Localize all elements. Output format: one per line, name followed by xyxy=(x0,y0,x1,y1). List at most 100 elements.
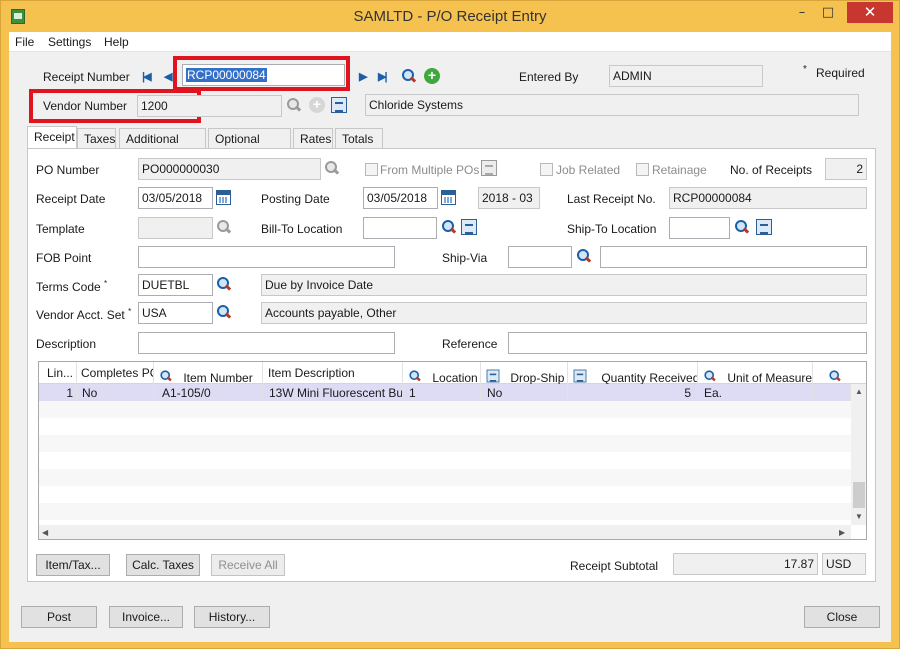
calc-taxes-button[interactable]: Calc. Taxes xyxy=(126,554,200,576)
receipt-date-field[interactable]: 03/05/2018 xyxy=(138,187,213,209)
post-button[interactable]: Post xyxy=(21,606,97,628)
template-field[interactable] xyxy=(138,217,213,239)
cell-unit-of-measure[interactable]: Ea. xyxy=(698,384,813,401)
fob-point-field[interactable] xyxy=(138,246,395,268)
invoice-button[interactable]: Invoice... xyxy=(109,606,183,628)
bill-to-location-field[interactable] xyxy=(363,217,437,239)
horizontal-scrollbar[interactable]: ◀ ▶ xyxy=(39,525,851,539)
bill-to-info-icon[interactable] xyxy=(461,219,477,235)
ship-to-finder-icon[interactable] xyxy=(734,219,750,235)
posting-date-calendar-icon[interactable] xyxy=(441,190,456,205)
item-number-finder-icon[interactable] xyxy=(160,370,173,383)
column-line-header[interactable]: Lin... xyxy=(39,362,77,384)
tab-optional-fields[interactable]: Optional Fields xyxy=(208,128,291,160)
item-tax-button[interactable]: Item/Tax... xyxy=(36,554,110,576)
from-multiple-pos-checkbox xyxy=(365,163,378,176)
terms-code-field[interactable]: DUETBL xyxy=(138,274,213,296)
scroll-left-icon[interactable]: ◀ xyxy=(42,528,48,537)
column-item-description-header[interactable]: Item Description xyxy=(263,362,403,384)
ship-via-finder-icon[interactable] xyxy=(576,248,592,264)
empty-row[interactable] xyxy=(39,486,851,503)
ship-to-info-icon[interactable] xyxy=(756,219,772,235)
cell-location[interactable]: 1 xyxy=(403,384,481,401)
table-row[interactable]: 1 No A1-105/0 13W Mini Fluorescent Bulb … xyxy=(39,384,851,401)
menu-settings[interactable]: Settings xyxy=(48,35,91,49)
ship-via-field[interactable] xyxy=(508,246,572,268)
receipt-finder-icon[interactable] xyxy=(401,68,417,84)
terms-code-label-text: Terms Code xyxy=(36,280,101,294)
cell-quantity-received[interactable]: 5 xyxy=(568,384,698,401)
ship-via-description-field[interactable] xyxy=(600,246,867,268)
cell-completes-po[interactable]: No xyxy=(77,384,154,401)
receipt-date-calendar-icon[interactable] xyxy=(216,190,231,205)
empty-row[interactable] xyxy=(39,469,851,486)
receive-all-button: Receive All xyxy=(211,554,285,576)
receipt-detail-grid[interactable]: Lin... Completes PO Item Number Item Des… xyxy=(38,361,867,540)
vertical-scroll-thumb[interactable] xyxy=(853,482,865,508)
history-button[interactable]: History... xyxy=(194,606,270,628)
column-item-number-header[interactable]: Item Number xyxy=(154,362,263,384)
cell-item-description[interactable]: 13W Mini Fluorescent Bulb xyxy=(263,384,403,401)
fob-point-label: FOB Point xyxy=(36,251,92,265)
po-number-field[interactable]: PO000000030 xyxy=(138,158,321,180)
tab-taxes[interactable]: Taxes xyxy=(77,128,116,148)
tab-additional-costs[interactable]: Additional Costs xyxy=(119,128,206,160)
cell-line[interactable]: 1 xyxy=(39,384,77,401)
scroll-up-icon[interactable]: ▲ xyxy=(855,387,863,396)
menu-help[interactable]: Help xyxy=(104,35,129,49)
terms-finder-icon[interactable] xyxy=(216,276,232,292)
location-finder-icon[interactable] xyxy=(409,370,422,383)
new-receipt-icon[interactable]: + xyxy=(424,68,440,84)
column-drop-ship-header[interactable]: Drop-Ship xyxy=(481,362,568,384)
next-record-icon[interactable]: ▶ xyxy=(359,70,368,83)
vendor-acct-finder-icon[interactable] xyxy=(216,304,232,320)
minimize-button[interactable]: – xyxy=(789,2,815,23)
menu-file[interactable]: File xyxy=(15,35,34,49)
previous-record-icon[interactable]: ◀ xyxy=(164,70,173,83)
empty-row[interactable] xyxy=(39,452,851,469)
scroll-right-icon[interactable]: ▶ xyxy=(839,528,845,537)
posting-date-field[interactable]: 03/05/2018 xyxy=(363,187,438,209)
vendor-acct-set-field[interactable]: USA xyxy=(138,302,213,324)
window-title: SAMLTD - P/O Receipt Entry xyxy=(353,8,547,25)
drop-ship-info-icon[interactable] xyxy=(486,369,500,383)
tab-totals[interactable]: Totals xyxy=(335,128,383,148)
empty-row[interactable] xyxy=(39,435,851,452)
column-quantity-received-header[interactable]: Quantity Received xyxy=(568,362,698,384)
cell-extra[interactable] xyxy=(813,384,851,401)
maximize-button[interactable]: □ xyxy=(815,2,841,23)
receipt-number-field[interactable]: RCP00000084 xyxy=(182,64,345,86)
column-location-header[interactable]: Location xyxy=(403,362,481,384)
bill-to-location-label: Bill-To Location xyxy=(261,222,343,236)
last-record-icon[interactable]: ▶| xyxy=(378,70,387,83)
first-record-icon[interactable]: |◀ xyxy=(142,70,151,83)
empty-row[interactable] xyxy=(39,503,851,520)
vendor-info-icon[interactable] xyxy=(331,97,347,113)
column-extra-header[interactable] xyxy=(813,362,866,384)
scroll-down-icon[interactable]: ▼ xyxy=(855,512,863,521)
column-completes-po-header[interactable]: Completes PO xyxy=(77,362,154,384)
vendor-finder-icon xyxy=(286,97,302,113)
vendor-number-field[interactable]: 1200 xyxy=(137,95,282,117)
reference-field[interactable] xyxy=(508,332,867,354)
empty-row[interactable] xyxy=(39,401,851,418)
description-field[interactable] xyxy=(138,332,395,354)
tab-rates[interactable]: Rates xyxy=(293,128,333,148)
vertical-scrollbar[interactable]: ▲ ▼ xyxy=(851,384,866,525)
no-of-receipts-field: 2 xyxy=(825,158,867,180)
close-window-button[interactable]: ✕ xyxy=(847,2,893,23)
column-unit-of-measure-header[interactable]: Unit of Measure xyxy=(698,362,813,384)
cell-drop-ship[interactable]: No xyxy=(481,384,568,401)
vendor-acct-set-label: Vendor Acct. Set * xyxy=(36,307,132,322)
extra-column-finder-icon[interactable] xyxy=(829,370,842,383)
bill-to-finder-icon[interactable] xyxy=(441,219,457,235)
uom-finder-icon[interactable] xyxy=(704,370,717,383)
required-label: Required xyxy=(816,66,865,80)
tab-receipt[interactable]: Receipt xyxy=(27,126,77,148)
empty-row[interactable] xyxy=(39,418,851,435)
close-button[interactable]: Close xyxy=(804,606,880,628)
ship-to-location-field[interactable] xyxy=(669,217,730,239)
quantity-info-icon[interactable] xyxy=(573,369,587,383)
retainage-label: Retainage xyxy=(652,163,707,177)
cell-item-number[interactable]: A1-105/0 xyxy=(154,384,263,401)
